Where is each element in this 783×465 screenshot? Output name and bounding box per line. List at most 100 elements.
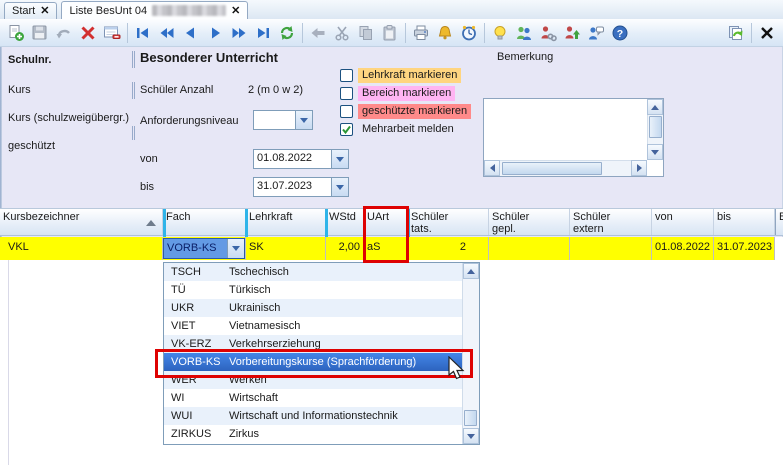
cell-schueler-tats[interactable]: 2 (408, 237, 489, 260)
dropdown-item[interactable]: ZIRKUSZirkus (164, 425, 462, 443)
reload-view-icon[interactable] (724, 21, 748, 45)
dropdown-item[interactable]: TÜTürkisch (164, 281, 462, 299)
fach-combobox[interactable]: VORB-KS (163, 238, 245, 259)
dropdown-button[interactable] (331, 150, 348, 168)
cell-wstd[interactable]: 2,00 (326, 237, 364, 260)
cell-fach[interactable]: VORB-KS (163, 237, 246, 260)
bemerkung-hscrollbar[interactable] (484, 160, 647, 176)
alarm-clock-icon[interactable] (457, 21, 481, 45)
cell-schueler-extern[interactable] (570, 237, 652, 260)
notification-bell-icon[interactable] (433, 21, 457, 45)
new-record-icon[interactable] (4, 21, 28, 45)
bis-date-select[interactable]: 31.07.2023 (253, 177, 349, 197)
checkbox-row-mehrarbeit-melden[interactable]: Mehrarbeit melden (340, 122, 458, 137)
column-header-schueler-extern[interactable]: Schüler extern (570, 209, 652, 235)
student-comment-icon[interactable] (584, 21, 608, 45)
dropdown-item[interactable]: WIWirtschaft (164, 389, 462, 407)
group-separator (132, 51, 135, 68)
mouse-cursor (448, 356, 466, 382)
dropdown-item[interactable]: WERWerken (164, 371, 462, 389)
save-icon[interactable] (28, 21, 52, 45)
column-header-uart[interactable]: UArt (364, 209, 408, 235)
scroll-down-button[interactable] (463, 428, 479, 444)
column-marker (325, 209, 328, 237)
arrow-right-icon (637, 164, 642, 172)
column-header-schueler-gepl[interactable]: Schüler gepl. (489, 209, 570, 235)
tab-start[interactable]: Start ✕ (4, 2, 57, 19)
dropdown-button[interactable] (227, 239, 244, 258)
cell-kursbezeichner[interactable]: VKL (0, 237, 163, 260)
dropdown-scrollbar[interactable] (462, 263, 479, 444)
back-icon[interactable] (306, 21, 330, 45)
students-link-icon[interactable] (536, 21, 560, 45)
nav-next-icon[interactable] (203, 21, 227, 45)
delete-icon[interactable] (76, 21, 100, 45)
column-marker (163, 209, 166, 237)
cell-bis[interactable]: 31.07.2023 (714, 237, 775, 260)
nav-fast-prev-icon[interactable] (155, 21, 179, 45)
remove-form-icon[interactable] (100, 21, 124, 45)
checkbox-row-geschuetzte-markieren[interactable]: geschützte markieren (340, 104, 471, 119)
column-header-schueler-tats[interactable]: Schüler tats. (408, 209, 489, 235)
anforderungsniveau-select[interactable] (253, 110, 313, 130)
dropdown-item-selected[interactable]: VORB-KSVorbereitungskurse (Sprachförderu… (164, 353, 462, 371)
dropdown-item[interactable]: TSCHTschechisch (164, 263, 462, 281)
column-header-fach[interactable]: Fach (163, 209, 246, 235)
checkbox-unchecked[interactable] (340, 105, 353, 118)
bemerkung-vscrollbar[interactable] (647, 99, 663, 160)
refresh-icon[interactable] (275, 21, 299, 45)
checkbox-unchecked[interactable] (340, 69, 353, 82)
close-window-icon[interactable] (755, 21, 779, 45)
tab-liste-close-icon[interactable]: ✕ (231, 6, 240, 16)
column-header-lehrkraft[interactable]: Lehrkraft (246, 209, 326, 235)
row-gutter-line (8, 260, 9, 465)
checkbox-row-bereich-markieren[interactable]: Bereich markieren (340, 86, 455, 101)
table-row[interactable]: VKL VORB-KS SK 2,00 aS 2 01.08.2022 31.0… (0, 237, 783, 260)
dropdown-item[interactable]: VK-ERZVerkehrserziehung (164, 335, 462, 353)
dropdown-button[interactable] (331, 178, 348, 196)
fach-combobox-value: VORB-KS (164, 239, 227, 258)
column-header-von[interactable]: von (652, 209, 714, 235)
dropdown-scroll-thumb[interactable] (464, 410, 477, 426)
bemerkung-textarea[interactable] (483, 98, 664, 177)
column-header-overflow[interactable]: B (775, 209, 783, 235)
toolbar-separator (484, 23, 485, 43)
scroll-up-button[interactable] (463, 263, 479, 279)
column-header-bis[interactable]: bis (714, 209, 775, 235)
hint-bulb-icon[interactable] (488, 21, 512, 45)
copy-icon[interactable] (354, 21, 378, 45)
dropdown-item[interactable]: VIETVietnamesisch (164, 317, 462, 335)
tab-liste-besunt[interactable]: Liste BesUnt 04 ✕ (61, 1, 248, 19)
dropdown-item[interactable]: UKRUkrainisch (164, 299, 462, 317)
cut-icon[interactable] (330, 21, 354, 45)
nav-fast-next-icon[interactable] (227, 21, 251, 45)
checkbox-unchecked[interactable] (340, 87, 353, 100)
paste-icon[interactable] (378, 21, 402, 45)
dropdown-item[interactable]: WUIWirtschaft und Informationstechnik (164, 407, 462, 425)
cell-von[interactable]: 01.08.2022 (652, 237, 714, 260)
column-header-kursbezeichner[interactable]: Kursbezeichner (0, 209, 163, 235)
column-header-wstd[interactable]: WStd (326, 209, 364, 235)
cell-lehrkraft[interactable]: SK (246, 237, 326, 260)
dropdown-button[interactable] (295, 111, 312, 129)
students-move-icon[interactable] (560, 21, 584, 45)
students-icon[interactable] (512, 21, 536, 45)
hscroll-thumb[interactable] (502, 162, 602, 175)
scroll-down-button[interactable] (647, 144, 663, 160)
checkbox-row-lehrkraft-markieren[interactable]: Lehrkraft markieren (340, 68, 461, 83)
print-icon[interactable] (409, 21, 433, 45)
cell-schueler-gepl[interactable] (489, 237, 570, 260)
undo-icon[interactable] (52, 21, 76, 45)
scroll-up-button[interactable] (647, 99, 663, 115)
vscroll-thumb[interactable] (649, 116, 662, 138)
help-icon[interactable]: ? (608, 21, 632, 45)
scroll-right-button[interactable] (631, 160, 647, 176)
nav-first-icon[interactable] (131, 21, 155, 45)
cell-uart[interactable]: aS (364, 237, 408, 260)
nav-prev-icon[interactable] (179, 21, 203, 45)
von-date-select[interactable]: 01.08.2022 (253, 149, 349, 169)
scroll-left-button[interactable] (484, 160, 500, 176)
nav-last-icon[interactable] (251, 21, 275, 45)
tab-start-close-icon[interactable]: ✕ (40, 6, 49, 16)
checkbox-checked[interactable] (340, 123, 353, 136)
